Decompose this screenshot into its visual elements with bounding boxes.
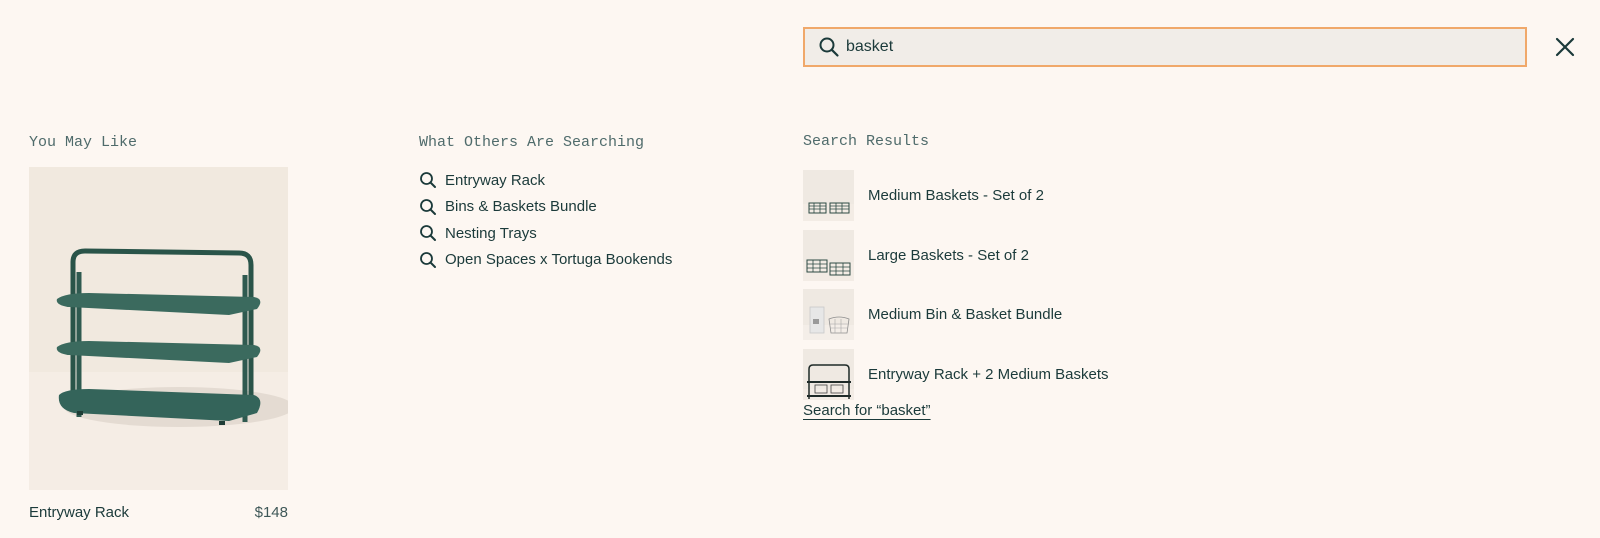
search-result-item[interactable]: Large Baskets - Set of 2 (803, 226, 1109, 286)
search-icon (419, 198, 437, 216)
popular-search-item[interactable]: Entryway Rack (419, 167, 672, 194)
close-icon (1555, 37, 1575, 57)
result-label: Medium Baskets - Set of 2 (868, 187, 1044, 205)
result-thumbnail[interactable] (803, 348, 854, 400)
search-result-item[interactable]: Medium Bin & Basket Bundle (803, 285, 1109, 345)
result-label: Large Baskets - Set of 2 (868, 246, 1029, 264)
result-thumbnail[interactable] (803, 229, 854, 281)
popular-search-label: Entryway Rack (445, 171, 546, 189)
search-result-item[interactable]: Entryway Rack + 2 Medium Baskets (803, 345, 1109, 405)
product-card[interactable]: Entryway Rack $148 (29, 167, 288, 521)
popular-search-label: Open Spaces x Tortuga Bookends (445, 251, 673, 269)
search-for-link[interactable]: Search for “basket” (803, 402, 931, 419)
search-results-list: Medium Baskets - Set of 2 Large Baskets … (803, 166, 1109, 404)
result-thumbnail[interactable] (803, 289, 854, 341)
search-icon (419, 171, 437, 189)
you-may-like-heading: You May Like (29, 134, 138, 151)
search-box[interactable] (803, 27, 1527, 67)
popular-search-label: Nesting Trays (445, 224, 537, 242)
search-input[interactable] (846, 38, 1486, 56)
search-results-heading: Search Results (803, 133, 930, 150)
result-thumbnail[interactable] (803, 170, 854, 222)
search-icon (419, 224, 437, 242)
popular-search-item[interactable]: Nesting Trays (419, 220, 672, 247)
product-image[interactable] (29, 167, 288, 490)
search-icon (419, 251, 437, 269)
result-label: Medium Bin & Basket Bundle (868, 306, 1063, 324)
close-button[interactable] (1553, 35, 1577, 59)
product-price: $148 (254, 504, 288, 521)
result-label: Entryway Rack + 2 Medium Baskets (868, 365, 1109, 383)
search-icon (818, 36, 840, 58)
popular-search-item[interactable]: Open Spaces x Tortuga Bookends (419, 247, 672, 274)
popular-searches-heading: What Others Are Searching (419, 134, 645, 151)
search-result-item[interactable]: Medium Baskets - Set of 2 (803, 166, 1109, 226)
product-name[interactable]: Entryway Rack (29, 504, 129, 521)
popular-search-item[interactable]: Bins & Baskets Bundle (419, 194, 672, 221)
popular-searches-list: Entryway Rack Bins & Baskets Bundle Nest… (419, 167, 672, 273)
popular-search-label: Bins & Baskets Bundle (445, 198, 597, 216)
